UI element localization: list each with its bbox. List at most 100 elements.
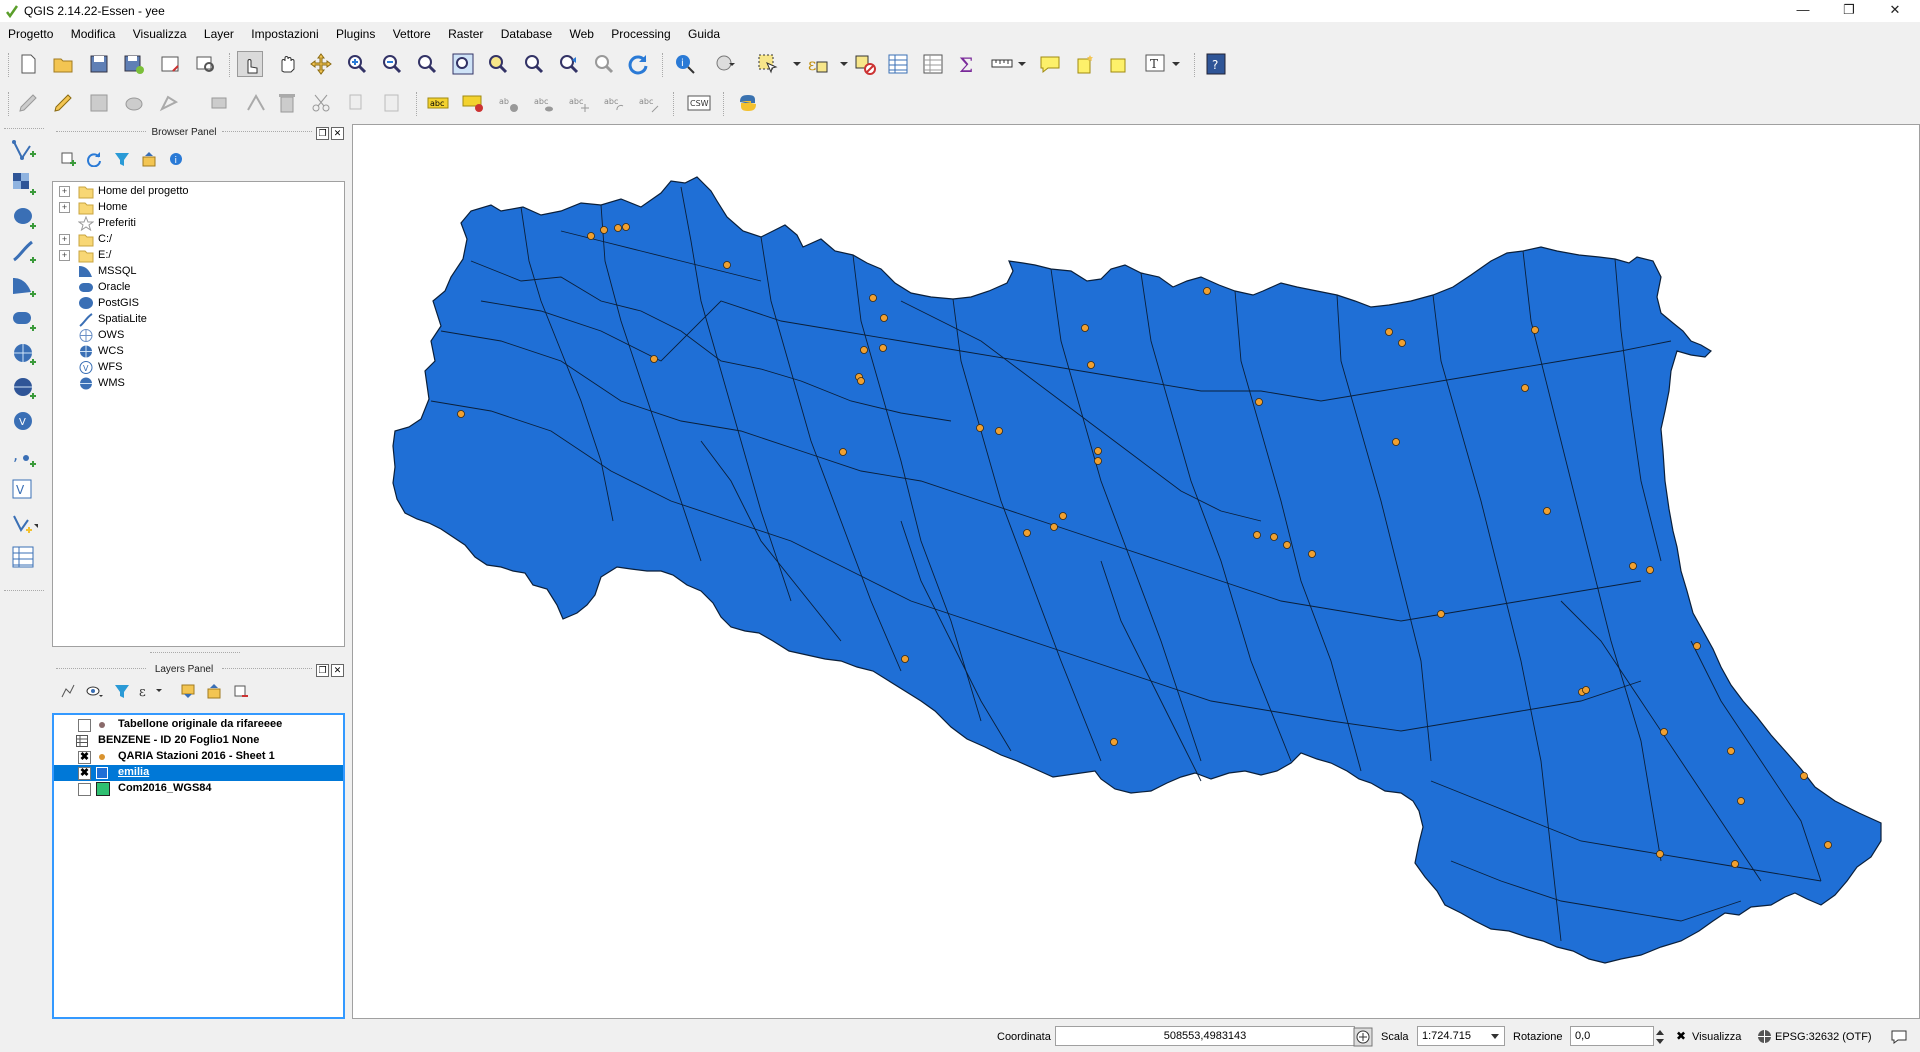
identify-icon[interactable]: i bbox=[672, 51, 698, 77]
new-project-icon[interactable] bbox=[15, 51, 41, 77]
move-label-icon[interactable]: abc bbox=[566, 90, 592, 116]
add-wms-layer-icon[interactable] bbox=[10, 340, 38, 368]
add-raster-layer-icon[interactable] bbox=[10, 170, 38, 198]
filter-expression-icon[interactable]: ε bbox=[138, 683, 164, 699]
expand-icon[interactable]: + bbox=[59, 250, 70, 261]
station-point[interactable] bbox=[1737, 797, 1745, 805]
vertex-tool-icon[interactable] bbox=[243, 90, 269, 116]
browser-item-e-drive[interactable]: + E:/ bbox=[53, 248, 343, 264]
filter-legend-icon[interactable] bbox=[114, 683, 130, 699]
layer-row-com2016[interactable]: Com2016_WGS84 bbox=[54, 781, 343, 797]
station-point[interactable] bbox=[457, 410, 465, 418]
pan-to-selection-icon[interactable] bbox=[308, 51, 334, 77]
add-feature-icon[interactable] bbox=[121, 90, 147, 116]
browser-item-wfs[interactable]: V WFS bbox=[53, 360, 343, 376]
browser-item-c-drive[interactable]: + C:/ bbox=[53, 232, 343, 248]
crs-label[interactable]: EPSG:32632 (OTF) bbox=[1775, 1031, 1872, 1043]
station-point[interactable] bbox=[1081, 324, 1089, 332]
open-layer-styling-icon[interactable] bbox=[60, 683, 76, 699]
station-point[interactable] bbox=[976, 424, 984, 432]
zoom-full-icon[interactable] bbox=[450, 51, 476, 77]
browser-item-postgis[interactable]: PostGIS bbox=[53, 296, 343, 312]
station-point[interactable] bbox=[1392, 438, 1400, 446]
station-point[interactable] bbox=[622, 223, 630, 231]
toggle-editing-icon[interactable] bbox=[15, 90, 41, 116]
station-point[interactable] bbox=[614, 224, 622, 232]
measure-select-icon[interactable] bbox=[712, 51, 738, 77]
open-project-icon[interactable] bbox=[50, 51, 76, 77]
maximize-button[interactable]: ❐ bbox=[1826, 0, 1872, 22]
show-bookmarks-icon[interactable] bbox=[1106, 51, 1132, 77]
station-point[interactable] bbox=[995, 427, 1003, 435]
station-point[interactable] bbox=[1203, 287, 1211, 295]
node-tool-icon[interactable] bbox=[207, 90, 233, 116]
station-point[interactable] bbox=[1693, 642, 1701, 650]
station-point[interactable] bbox=[1521, 384, 1529, 392]
station-point[interactable] bbox=[879, 344, 887, 352]
station-point[interactable] bbox=[839, 448, 847, 456]
save-as-icon[interactable] bbox=[121, 51, 147, 77]
pan-icon[interactable] bbox=[274, 51, 300, 77]
annotation-dropdown-icon[interactable] bbox=[1166, 51, 1192, 77]
add-selected-layer-icon[interactable] bbox=[60, 151, 76, 167]
layer-row-emilia[interactable]: ✖ emilia bbox=[54, 765, 343, 781]
pin-labels-icon[interactable]: ab bbox=[496, 90, 522, 116]
browser-item-home[interactable]: + Home bbox=[53, 200, 343, 216]
add-spatialite-layer-icon[interactable] bbox=[10, 238, 38, 266]
messages-icon[interactable] bbox=[1890, 1029, 1908, 1045]
station-point[interactable] bbox=[1437, 610, 1445, 618]
station-point[interactable] bbox=[1094, 447, 1102, 455]
browser-float-button[interactable]: ❐ bbox=[316, 127, 329, 140]
menu-guida[interactable]: Guida bbox=[680, 24, 726, 41]
station-point[interactable] bbox=[1656, 850, 1664, 858]
zoom-to-layer-icon[interactable] bbox=[521, 51, 547, 77]
csw-icon[interactable]: CSW bbox=[686, 90, 712, 116]
toggle-extents-icon[interactable] bbox=[1353, 1027, 1373, 1047]
rotate-label-icon[interactable]: abc bbox=[601, 90, 627, 116]
add-mssql-layer-icon[interactable] bbox=[10, 272, 38, 300]
cut-features-icon[interactable] bbox=[308, 90, 334, 116]
layer-row-qaria[interactable]: ✖ QARIA Stazioni 2016 - Sheet 1 bbox=[54, 749, 343, 765]
station-point[interactable] bbox=[1110, 738, 1118, 746]
current-edits-icon[interactable] bbox=[50, 90, 76, 116]
station-point[interactable] bbox=[860, 346, 868, 354]
python-console-icon[interactable] bbox=[735, 90, 761, 116]
close-button[interactable]: ✕ bbox=[1872, 0, 1918, 22]
station-point[interactable] bbox=[650, 355, 658, 363]
browser-close-button[interactable]: ✕ bbox=[331, 127, 344, 140]
menu-processing[interactable]: Processing bbox=[603, 24, 676, 41]
minimize-button[interactable]: — bbox=[1780, 0, 1826, 22]
browser-filter-icon[interactable] bbox=[114, 151, 130, 167]
station-point[interactable] bbox=[1824, 841, 1832, 849]
menu-web[interactable]: Web bbox=[561, 24, 599, 41]
browser-refresh-icon[interactable] bbox=[86, 151, 102, 167]
new-bookmark-icon[interactable] bbox=[1072, 51, 1098, 77]
station-point[interactable] bbox=[1543, 507, 1551, 515]
map-tips-icon[interactable] bbox=[1037, 51, 1063, 77]
station-point[interactable] bbox=[901, 655, 909, 663]
add-oracle-layer-icon[interactable] bbox=[10, 306, 38, 334]
refresh-icon[interactable] bbox=[625, 51, 651, 77]
delete-selected-icon[interactable] bbox=[274, 90, 300, 116]
station-point[interactable] bbox=[1660, 728, 1668, 736]
zoom-out-icon[interactable] bbox=[379, 51, 405, 77]
station-point[interactable] bbox=[1059, 512, 1067, 520]
station-point[interactable] bbox=[1087, 361, 1095, 369]
scale-dropdown-icon[interactable] bbox=[1490, 1033, 1500, 1041]
browser-item-oracle[interactable]: Oracle bbox=[53, 280, 343, 296]
add-virtual-layer-icon[interactable]: V bbox=[10, 476, 38, 504]
station-point[interactable] bbox=[587, 232, 595, 240]
zoom-to-selection-icon[interactable] bbox=[485, 51, 511, 77]
deselect-icon[interactable] bbox=[852, 51, 878, 77]
station-point[interactable] bbox=[1253, 531, 1261, 539]
layer-visibility-checkbox[interactable]: ✖ bbox=[78, 751, 91, 764]
station-point[interactable] bbox=[1398, 339, 1406, 347]
menu-vettore[interactable]: Vettore bbox=[385, 24, 437, 41]
zoom-in-icon[interactable] bbox=[344, 51, 370, 77]
menu-impostazioni[interactable]: Impostazioni bbox=[243, 24, 324, 41]
composer-manager-icon[interactable] bbox=[192, 51, 218, 77]
crs-globe-icon[interactable] bbox=[1757, 1029, 1772, 1044]
station-point[interactable] bbox=[857, 377, 865, 385]
collapse-all-layers-icon[interactable] bbox=[206, 683, 222, 699]
new-print-composer-icon[interactable] bbox=[157, 51, 183, 77]
